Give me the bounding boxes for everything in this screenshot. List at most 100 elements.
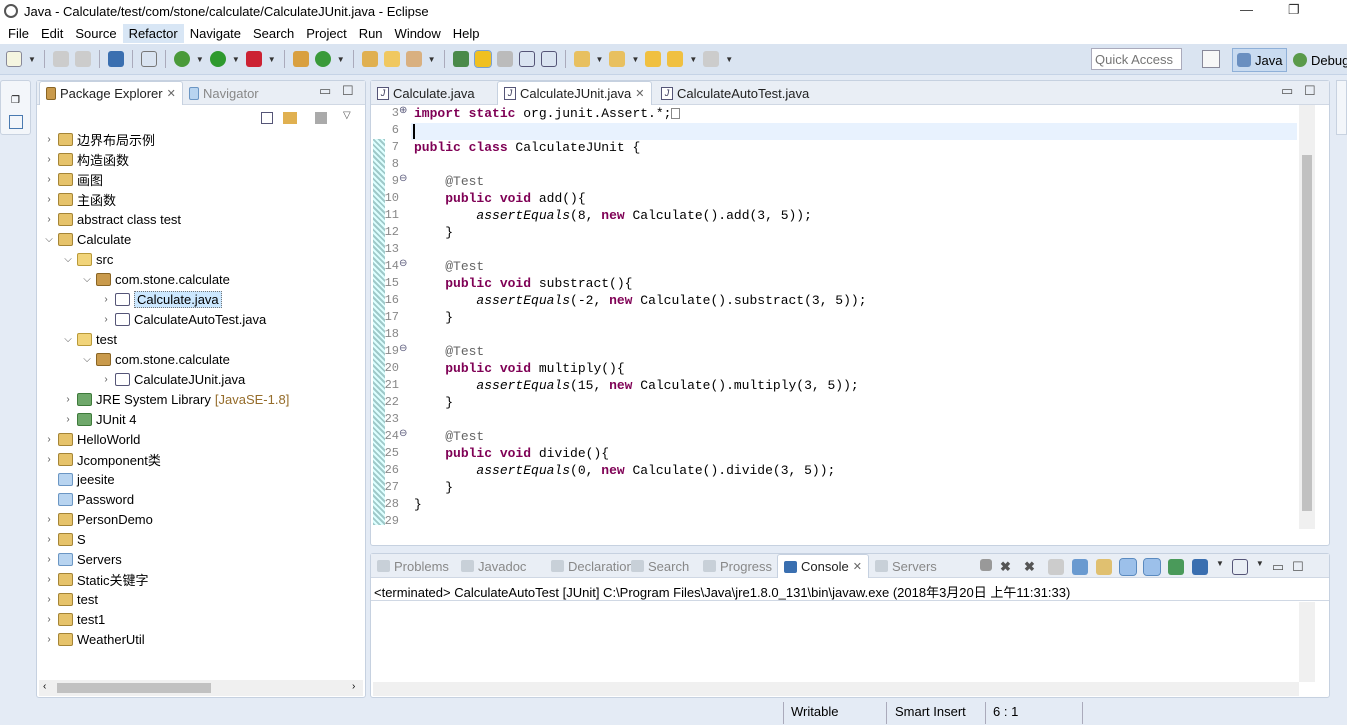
remove-launch-icon[interactable]: ✖ (1000, 559, 1016, 575)
outline-icon[interactable] (9, 115, 23, 129)
collapsed-arrow-icon[interactable]: › (43, 214, 55, 225)
tree-item[interactable]: › Static关键字 (43, 569, 149, 589)
remove-all-icon[interactable]: ✖ (1024, 559, 1040, 575)
scroll-thumb[interactable] (1302, 155, 1312, 511)
word-wrap-icon[interactable] (1096, 559, 1112, 575)
collapsed-arrow-icon[interactable]: › (43, 194, 55, 205)
expanded-arrow-icon[interactable]: ⌵ (62, 254, 74, 265)
collapsed-arrow-icon[interactable]: › (43, 594, 55, 605)
external-tools-icon[interactable] (245, 51, 262, 67)
vertical-scrollbar[interactable] (1299, 602, 1315, 682)
tree-item[interactable]: ⌵ test (62, 329, 117, 349)
close-icon[interactable]: ✕ (635, 87, 644, 100)
collapsed-arrow-icon[interactable]: › (100, 374, 112, 385)
tree-item[interactable]: › JUnit 4 (62, 409, 136, 429)
maximize-icon[interactable]: ☐ (1292, 559, 1304, 575)
tree-item[interactable]: jeesite (43, 469, 115, 489)
expanded-arrow-icon[interactable]: ⌵ (62, 334, 74, 345)
expand-fold-icon[interactable]: ⊕ (399, 105, 407, 116)
maximize-icon[interactable]: ☐ (1304, 83, 1316, 99)
back-icon[interactable] (667, 51, 684, 67)
open-task-icon[interactable] (383, 51, 400, 67)
debug-icon[interactable] (173, 51, 190, 67)
save-all-icon[interactable] (74, 51, 91, 67)
menu-edit[interactable]: Edit (35, 24, 69, 43)
tree-item[interactable]: › HelloWorld (43, 429, 140, 449)
mark-occurrences-icon[interactable] (473, 50, 492, 68)
collapsed-arrow-icon[interactable]: › (43, 514, 55, 525)
close-icon[interactable]: ✕ (167, 87, 176, 100)
menu-window[interactable]: Window (389, 24, 447, 43)
open-perspective-icon[interactable] (1202, 50, 1220, 68)
tab-progress[interactable]: Progress (697, 554, 778, 578)
restore-icon[interactable]: ❐ (11, 95, 20, 106)
perspective-java[interactable]: Java (1232, 48, 1288, 72)
collapsed-arrow-icon[interactable]: › (43, 634, 55, 645)
prev-annotation-icon[interactable] (609, 51, 626, 67)
menu-navigate[interactable]: Navigate (184, 24, 247, 43)
tree-item[interactable]: ⌵ Calculate (43, 229, 131, 249)
new-java-project-icon[interactable] (292, 51, 309, 67)
collapsed-arrow-icon[interactable]: › (43, 554, 55, 565)
collapsed-arrow-icon[interactable]: › (62, 394, 74, 405)
tree-item[interactable]: ⌵ src (62, 249, 113, 269)
collapsed-arrow-icon[interactable]: › (43, 614, 55, 625)
show-on-stderr-icon[interactable] (1143, 558, 1161, 576)
tree-item[interactable]: › Calculate.java (100, 289, 222, 309)
tree-item[interactable]: ⌵ com.stone.calculate (81, 269, 230, 289)
minimize-icon[interactable]: ▭ (1272, 559, 1284, 575)
tab-problems[interactable]: Problems (371, 554, 455, 578)
pin-console-icon[interactable] (1168, 559, 1184, 575)
tree-item[interactable]: › 边界布局示例 (43, 129, 155, 149)
restore-button[interactable]: ❐ (1288, 2, 1300, 18)
menu-file[interactable]: File (2, 24, 35, 43)
tab-package-explorer[interactable]: Package Explorer ✕ (39, 81, 183, 105)
perspective-debug[interactable]: Debug (1289, 48, 1347, 72)
terminal-icon[interactable] (107, 51, 124, 67)
block-selection-icon[interactable] (496, 51, 513, 67)
skip-breakpoints-icon[interactable] (140, 51, 157, 67)
tree-item[interactable]: › 构造函数 (43, 149, 129, 169)
tab-calculate-java[interactable]: J Calculate.java (371, 81, 481, 105)
link-with-editor-icon[interactable] (283, 112, 297, 124)
collapse-fold-icon[interactable]: ⊖ (399, 428, 407, 439)
tree-item[interactable]: › Jcomponent类 (43, 449, 161, 469)
collapsed-arrow-icon[interactable]: › (43, 154, 55, 165)
last-edit-icon[interactable] (645, 51, 662, 67)
folded-import-box[interactable] (671, 108, 681, 120)
menu-project[interactable]: Project (300, 24, 352, 43)
tree-item[interactable]: › WeatherUtil (43, 629, 144, 649)
tree-item[interactable]: › CalculateJUnit.java (100, 369, 245, 389)
tab-calculateautotest-java[interactable]: J CalculateAutoTest.java (655, 81, 815, 105)
new-icon[interactable] (6, 51, 22, 67)
expanded-arrow-icon[interactable]: ⌵ (81, 274, 93, 285)
terminate-icon[interactable] (980, 559, 992, 571)
minimize-icon[interactable]: ▭ (1281, 83, 1293, 99)
show-whitespace-icon[interactable] (518, 51, 535, 67)
horizontal-scrollbar[interactable]: ‹ › (39, 680, 363, 696)
collapse-fold-icon[interactable]: ⊖ (399, 343, 407, 354)
tree-item[interactable]: › 画图 (43, 169, 103, 189)
quick-access-input[interactable] (1091, 48, 1182, 70)
expanded-arrow-icon[interactable]: ⌵ (81, 354, 93, 365)
tree-item[interactable]: › test1 (43, 609, 105, 629)
collapse-fold-icon[interactable]: ⊖ (399, 258, 407, 269)
show-on-stdout-icon[interactable] (1119, 558, 1137, 576)
clear-console-icon[interactable] (1048, 559, 1064, 575)
collapsed-arrow-icon[interactable]: › (43, 454, 55, 465)
horizontal-scrollbar[interactable] (373, 682, 1299, 696)
minimize-icon[interactable]: ▭ (319, 83, 331, 99)
menu-help[interactable]: Help (447, 24, 486, 43)
collapsed-arrow-icon[interactable]: › (43, 574, 55, 585)
open-type-icon[interactable] (361, 51, 378, 67)
display-console-icon[interactable] (1192, 559, 1208, 575)
collapsed-arrow-icon[interactable]: › (100, 294, 112, 305)
collapsed-arrow-icon[interactable]: › (43, 134, 55, 145)
tab-search[interactable]: Search (625, 554, 695, 578)
scroll-lock-icon[interactable] (1072, 559, 1088, 575)
collapsed-arrow-icon[interactable]: › (100, 314, 112, 325)
tab-servers[interactable]: Servers (869, 554, 943, 578)
menu-search[interactable]: Search (247, 24, 300, 43)
scroll-thumb[interactable] (57, 683, 211, 693)
search-icon[interactable] (405, 51, 422, 67)
